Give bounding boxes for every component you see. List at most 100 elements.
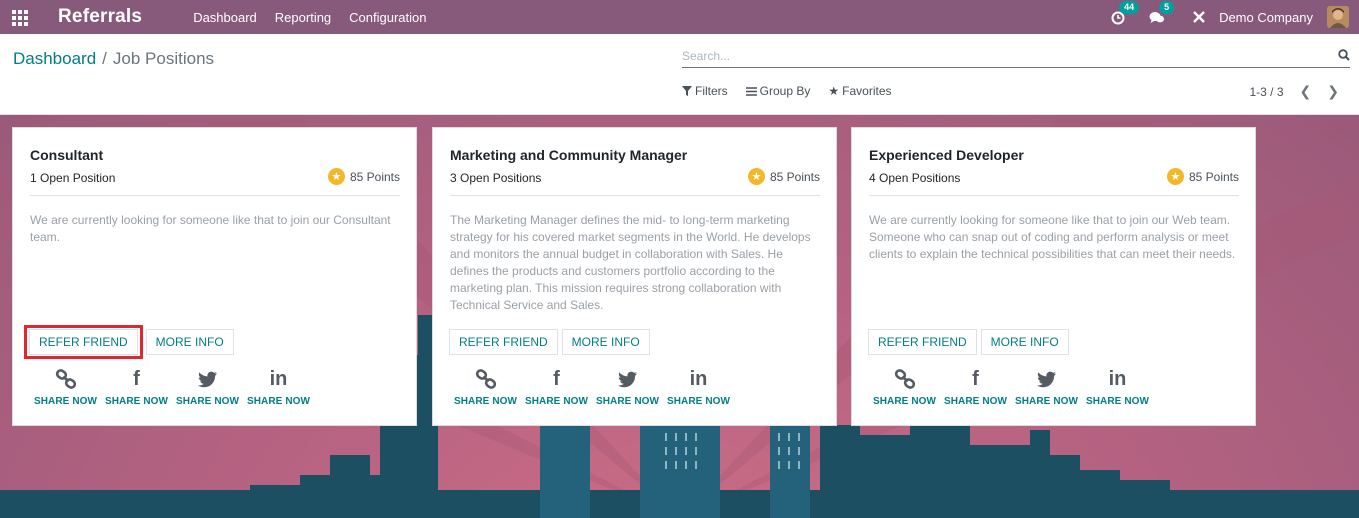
more-info-button[interactable]: MORE INFO bbox=[145, 329, 234, 355]
job-card-marketing-manager[interactable]: Marketing and Community Manager 3 Open P… bbox=[432, 127, 837, 426]
points-value: 85 Points bbox=[769, 169, 820, 184]
user-avatar[interactable] bbox=[1327, 6, 1349, 28]
more-info-button[interactable]: MORE INFO bbox=[980, 329, 1069, 355]
points-badge: ★ 85 Points bbox=[1166, 168, 1239, 185]
share-facebook[interactable]: f SHARE NOW bbox=[521, 367, 592, 408]
control-panel: Dashboard / Job Positions Filters Group By… bbox=[0, 34, 1359, 115]
search-options: Filters Group By ★ Favorites bbox=[682, 84, 892, 98]
group-by-label: Group By bbox=[759, 84, 811, 98]
refer-friend-button[interactable]: REFER FRIEND bbox=[449, 329, 558, 355]
share-label: SHARE NOW bbox=[453, 396, 518, 407]
menu-item-configuration[interactable]: Configuration bbox=[349, 10, 426, 25]
facebook-icon: f bbox=[133, 367, 140, 390]
apps-menu-icon[interactable] bbox=[12, 10, 30, 26]
share-twitter[interactable]: SHARE NOW bbox=[172, 368, 243, 407]
messages-button[interactable]: 5 bbox=[1149, 1, 1175, 25]
facebook-icon: f bbox=[553, 367, 560, 390]
share-label: SHARE NOW bbox=[1085, 396, 1150, 407]
main-menu: Dashboard Reporting Configuration bbox=[193, 10, 426, 25]
breadcrumb-separator: / bbox=[102, 49, 107, 68]
share-label: SHARE NOW bbox=[1014, 396, 1079, 407]
menu-item-reporting[interactable]: Reporting bbox=[275, 10, 331, 25]
app-name: Referrals bbox=[58, 6, 143, 27]
share-facebook[interactable]: f SHARE NOW bbox=[940, 367, 1011, 408]
job-card-consultant[interactable]: Consultant 1 Open Position ★ 85 Points W… bbox=[12, 127, 417, 426]
share-label: SHARE NOW bbox=[104, 396, 169, 407]
menu-item-dashboard[interactable]: Dashboard bbox=[193, 10, 257, 25]
user-photo-icon bbox=[1327, 6, 1349, 28]
card-actions: REFER FRIEND MORE INFO bbox=[24, 325, 234, 359]
job-title: Experienced Developer bbox=[869, 147, 1024, 163]
open-positions: 4 Open Positions bbox=[869, 171, 961, 185]
divider bbox=[450, 195, 820, 196]
job-title: Marketing and Community Manager bbox=[450, 147, 688, 163]
link-icon bbox=[894, 368, 916, 390]
link-icon bbox=[55, 368, 77, 390]
top-navbar: Referrals Dashboard Reporting Configurat… bbox=[0, 0, 1359, 34]
share-linkedin[interactable]: in SHARE NOW bbox=[1082, 367, 1153, 408]
share-link[interactable]: SHARE NOW bbox=[869, 368, 940, 407]
breadcrumb-dashboard[interactable]: Dashboard bbox=[13, 49, 96, 68]
twitter-icon bbox=[1036, 368, 1057, 390]
points-badge: ★ 85 Points bbox=[747, 168, 820, 185]
share-label: SHARE NOW bbox=[33, 396, 98, 407]
star-icon: ★ bbox=[747, 168, 765, 185]
share-facebook[interactable]: f SHARE NOW bbox=[101, 367, 172, 408]
divider bbox=[869, 195, 1239, 196]
job-description: We are currently looking for someone lik… bbox=[30, 213, 391, 244]
breadcrumb: Dashboard / Job Positions bbox=[13, 49, 214, 69]
activity-button[interactable]: 44 bbox=[1111, 1, 1140, 25]
linkedin-icon: in bbox=[269, 367, 288, 390]
refer-friend-button[interactable]: REFER FRIEND bbox=[868, 329, 977, 355]
share-link[interactable]: SHARE NOW bbox=[450, 368, 521, 407]
chevron-right-icon[interactable]: ❯ bbox=[1327, 83, 1339, 100]
points-value: 85 Points bbox=[1188, 169, 1239, 184]
job-title: Consultant bbox=[30, 147, 104, 163]
open-positions: 1 Open Position bbox=[30, 171, 116, 185]
favorites-label: Favorites bbox=[842, 84, 892, 98]
share-twitter[interactable]: SHARE NOW bbox=[592, 368, 663, 407]
twitter-icon bbox=[617, 368, 638, 390]
share-linkedin[interactable]: in SHARE NOW bbox=[243, 367, 314, 408]
share-label: SHARE NOW bbox=[595, 396, 660, 407]
pager: 1-3 / 3 ❮ ❯ bbox=[1250, 83, 1340, 100]
activity-badge: 44 bbox=[1119, 1, 1140, 14]
job-description: The Marketing Manager defines the mid- t… bbox=[450, 213, 811, 312]
pager-value[interactable]: 1-3 / 3 bbox=[1250, 85, 1284, 99]
filters-label: Filters bbox=[695, 84, 728, 98]
card-actions: REFER FRIEND MORE INFO bbox=[449, 329, 650, 355]
filters-button[interactable]: Filters bbox=[682, 84, 728, 98]
open-positions: 3 Open Positions bbox=[450, 171, 542, 185]
search-input[interactable] bbox=[682, 46, 1322, 66]
share-linkedin[interactable]: in SHARE NOW bbox=[663, 367, 734, 408]
share-row: SHARE NOW f SHARE NOW SHARE NOW in SHARE… bbox=[450, 367, 734, 408]
points-value: 85 Points bbox=[349, 169, 400, 184]
twitter-icon bbox=[197, 368, 218, 390]
card-actions: REFER FRIEND MORE INFO bbox=[868, 329, 1069, 355]
share-row: SHARE NOW f SHARE NOW SHARE NOW in SHARE… bbox=[30, 367, 314, 408]
breadcrumb-current: Job Positions bbox=[112, 49, 215, 68]
link-icon bbox=[475, 368, 497, 390]
facebook-icon: f bbox=[972, 367, 979, 390]
points-badge: ★ 85 Points bbox=[327, 168, 400, 185]
job-card-experienced-developer[interactable]: Experienced Developer 4 Open Positions ★… bbox=[851, 127, 1256, 426]
group-by-button[interactable]: Group By bbox=[745, 84, 811, 98]
debug-button[interactable] bbox=[1191, 9, 1207, 25]
search-icon[interactable] bbox=[1338, 49, 1350, 61]
linkedin-icon: in bbox=[1108, 367, 1127, 390]
more-info-button[interactable]: MORE INFO bbox=[561, 329, 650, 355]
star-icon: ★ bbox=[828, 84, 840, 98]
share-twitter[interactable]: SHARE NOW bbox=[1011, 368, 1082, 407]
linkedin-icon: in bbox=[689, 367, 708, 390]
company-switcher[interactable]: Demo Company bbox=[1219, 10, 1313, 25]
share-link[interactable]: SHARE NOW bbox=[30, 368, 101, 407]
favorites-button[interactable]: ★ Favorites bbox=[828, 84, 891, 98]
chevron-left-icon[interactable]: ❮ bbox=[1300, 83, 1312, 100]
star-icon: ★ bbox=[1166, 168, 1184, 185]
share-label: SHARE NOW bbox=[246, 396, 311, 407]
share-label: SHARE NOW bbox=[872, 396, 937, 407]
share-label: SHARE NOW bbox=[524, 396, 589, 407]
share-label: SHARE NOW bbox=[175, 396, 240, 407]
refer-friend-button[interactable]: REFER FRIEND bbox=[29, 329, 138, 355]
share-row: SHARE NOW f SHARE NOW SHARE NOW in SHARE… bbox=[869, 367, 1153, 408]
